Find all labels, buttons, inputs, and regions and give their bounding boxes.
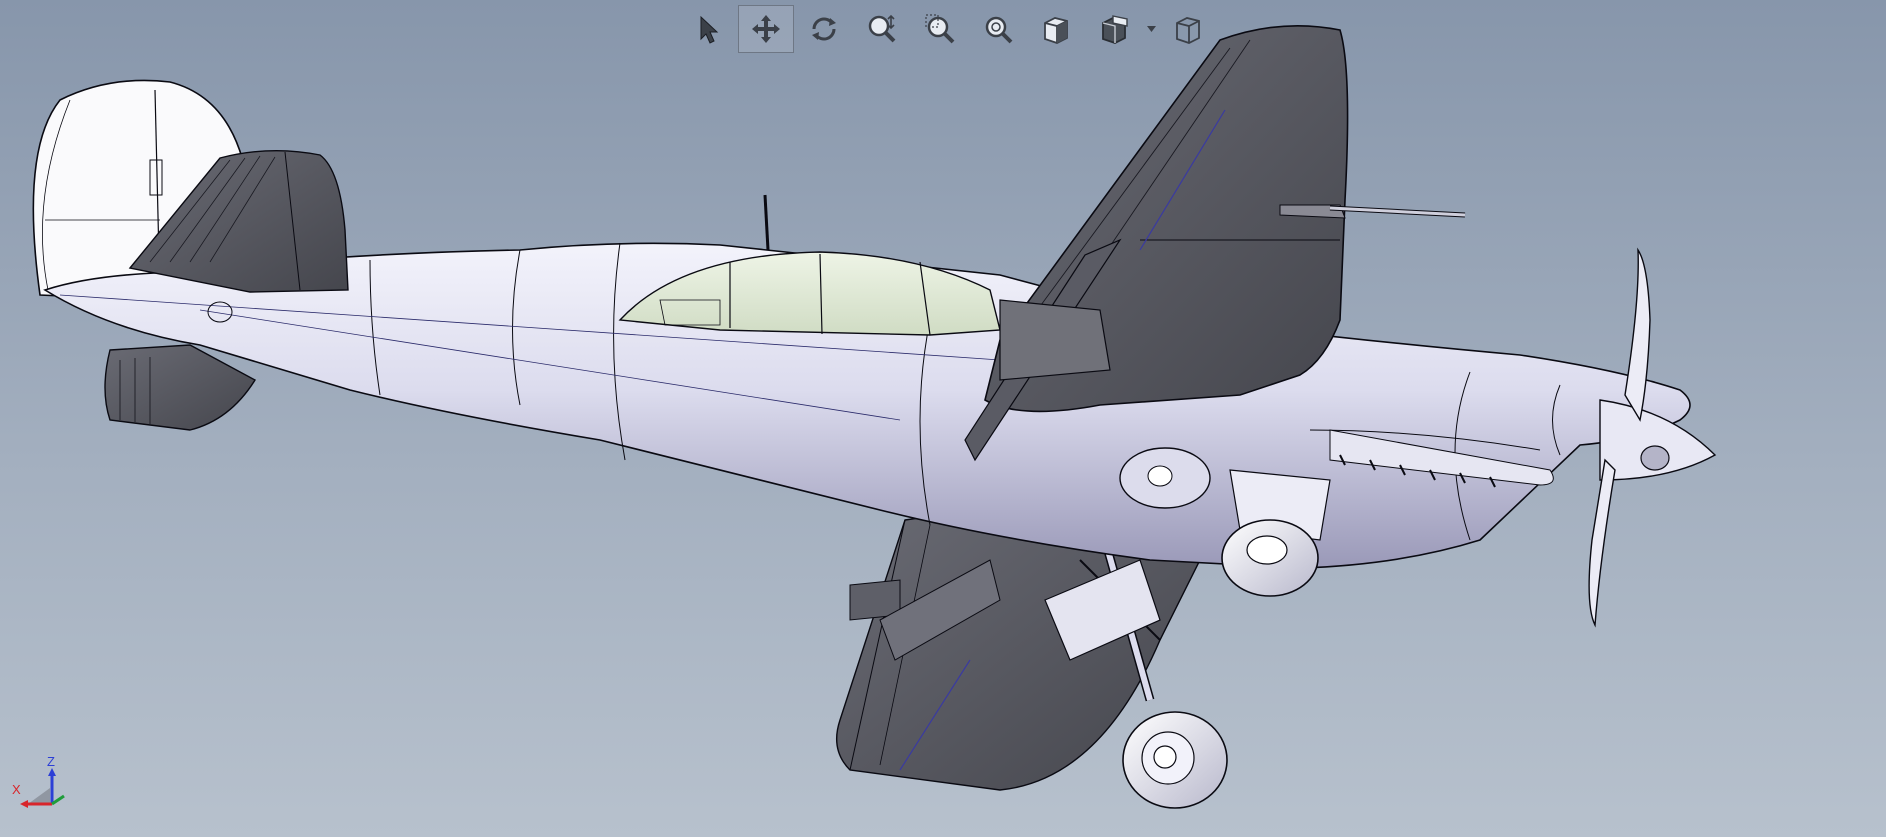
graphics-viewport[interactable]: X Z [0, 0, 1886, 837]
pan-tool-button[interactable] [738, 5, 794, 53]
section-cube-icon [1102, 15, 1128, 44]
airplane-model[interactable] [0, 0, 1886, 837]
reference-triad: X Z [8, 752, 68, 812]
zoom-in-out-icon [868, 14, 896, 43]
section-view-tool-button[interactable] [1086, 5, 1142, 53]
lower-tailplane [104, 344, 256, 431]
rotate-icon [812, 17, 836, 41]
zoom-to-fit-tool-button[interactable] [970, 5, 1026, 53]
select-tool-button[interactable] [680, 5, 736, 53]
rotate-tool-button[interactable] [796, 5, 852, 53]
triad-x-label: X [12, 782, 21, 797]
zoom-in-out-tool-button[interactable] [854, 5, 910, 53]
zoom-to-area-tool-button[interactable] [912, 5, 968, 53]
display-style-tool-button[interactable] [1160, 5, 1216, 53]
zoom-fit-icon [985, 16, 1013, 44]
zoom-area-icon [925, 14, 955, 44]
chevron-down-icon [1146, 26, 1156, 32]
cube-icon [1044, 17, 1068, 44]
wireframe-cube-icon [1176, 17, 1200, 44]
triad-z-label: Z [47, 754, 55, 769]
view-toolbar [680, 4, 1216, 54]
move-arrows-icon [752, 15, 780, 43]
standard-views-tool-button[interactable] [1028, 5, 1084, 53]
section-view-dropdown[interactable] [1144, 5, 1158, 53]
arrow-pointer-icon [700, 15, 719, 44]
